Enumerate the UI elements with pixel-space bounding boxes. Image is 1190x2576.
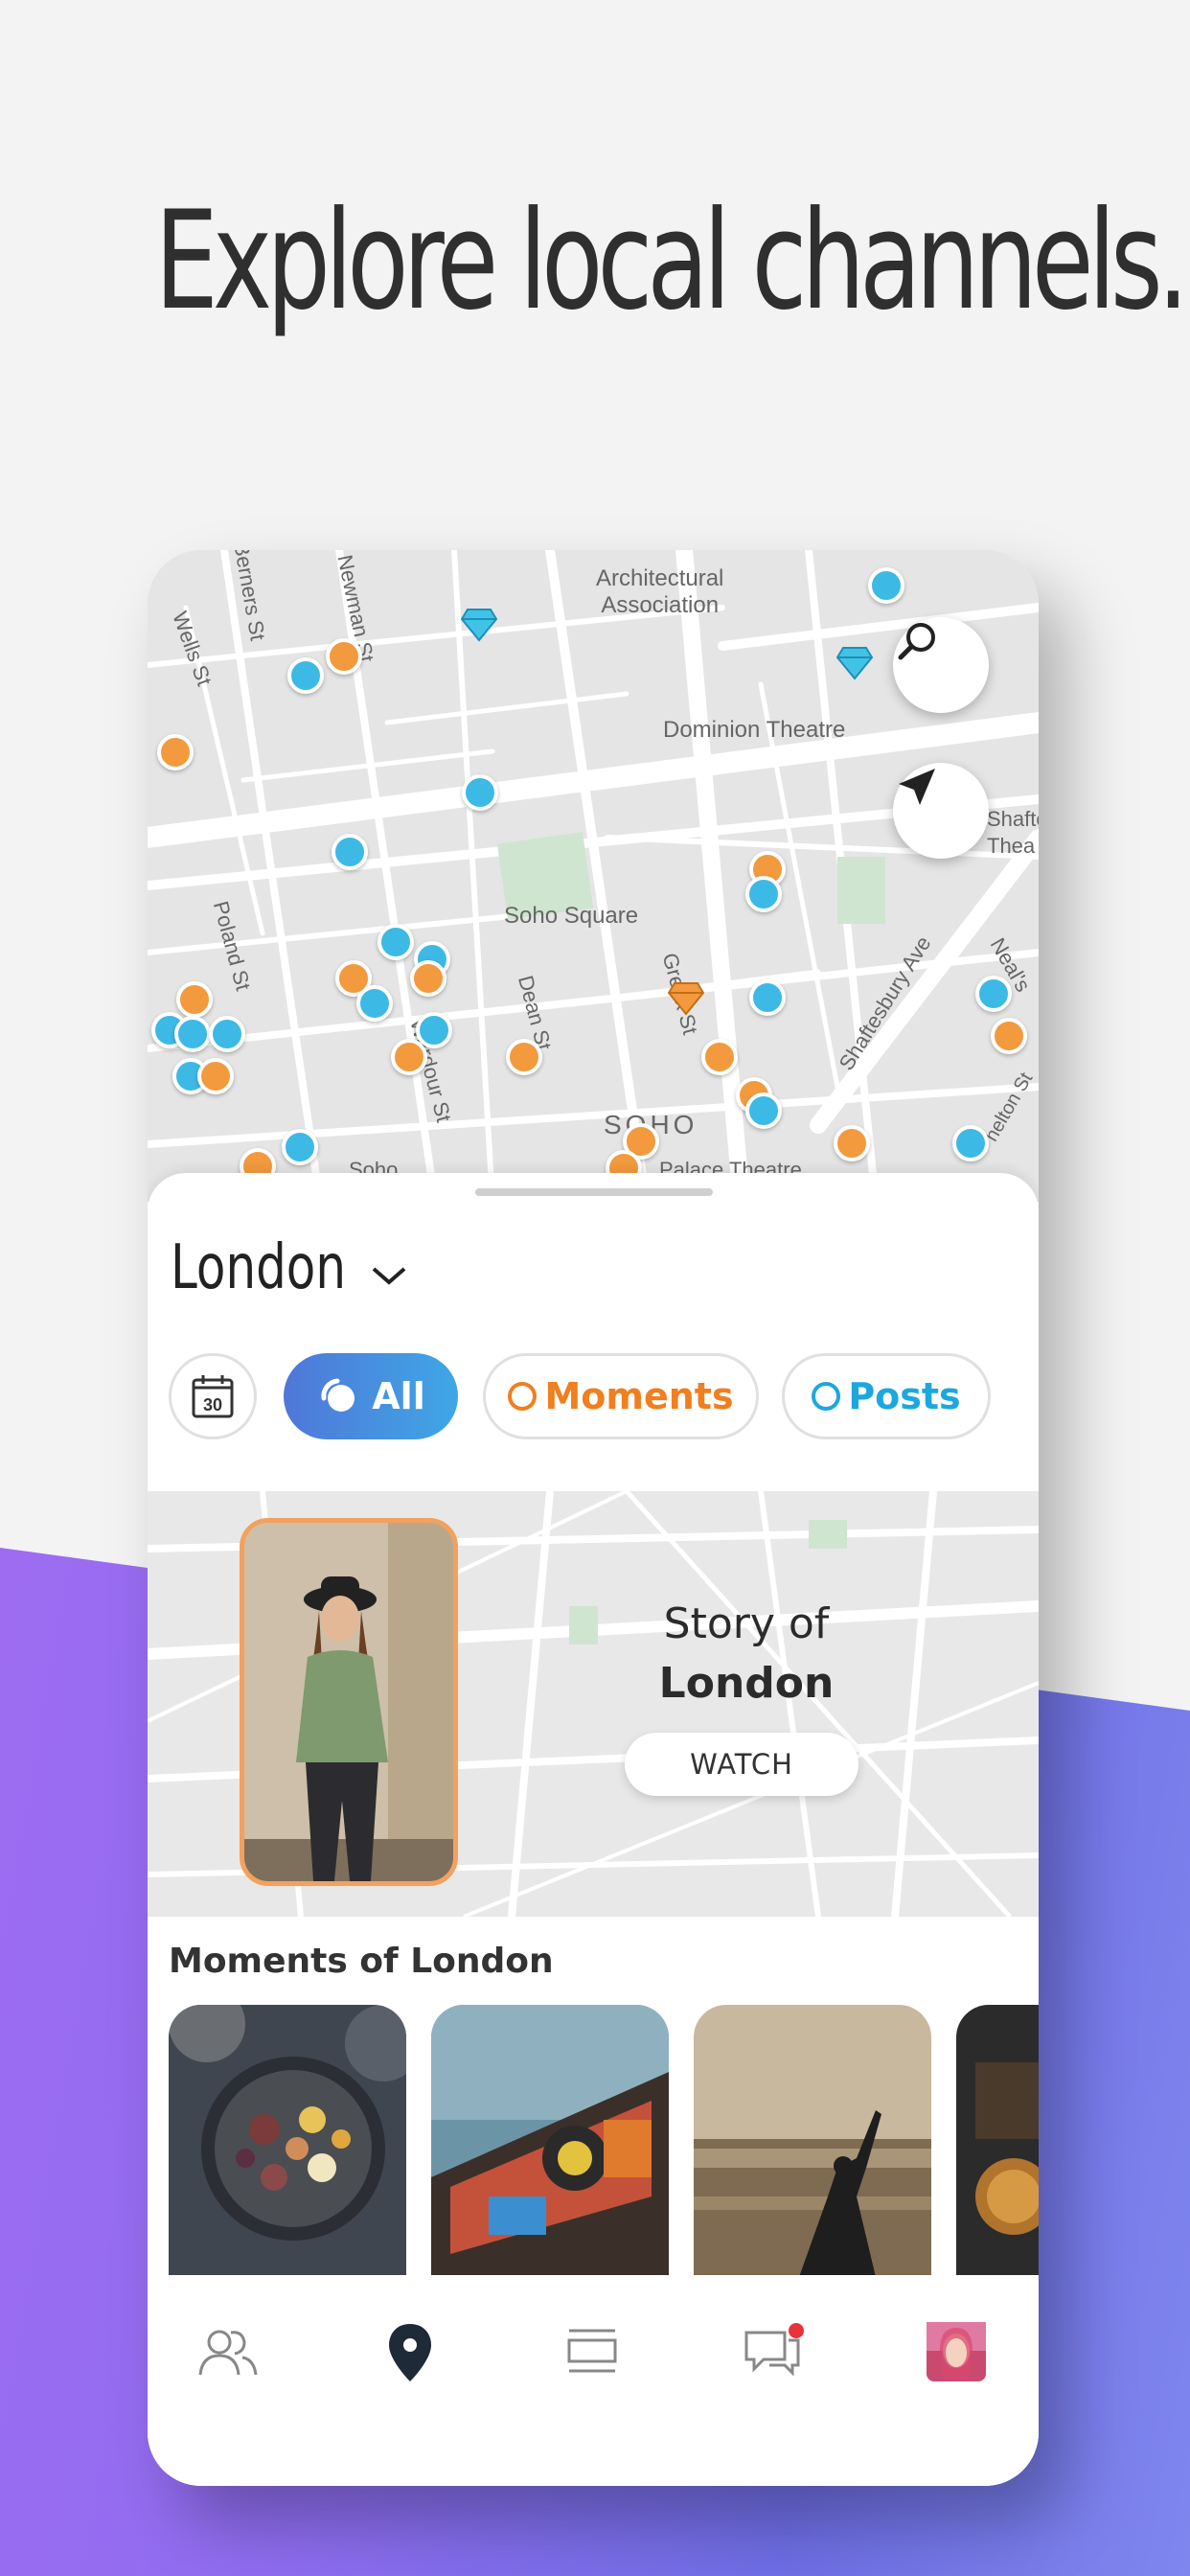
- map-pin-moment[interactable]: [834, 1125, 870, 1162]
- filter-all-chip[interactable]: All: [284, 1353, 458, 1439]
- filter-moments-chip[interactable]: Moments: [483, 1353, 759, 1439]
- map-pin-moment[interactable]: [701, 1039, 738, 1075]
- map-pin-post[interactable]: [745, 1092, 782, 1129]
- map-pin-moment[interactable]: [157, 734, 194, 770]
- map-label-thea: Thea: [987, 834, 1036, 858]
- moment-tile[interactable]: [431, 2005, 669, 2277]
- map-pin-moment[interactable]: [410, 960, 446, 997]
- moment-tile[interactable]: [956, 2005, 1039, 2277]
- map-pin-moment[interactable]: [391, 1039, 427, 1075]
- headline: Explore local channels.: [154, 182, 1189, 340]
- map-label-soho-square: Soho Square: [504, 903, 639, 929]
- feed-icon: [567, 2329, 617, 2373]
- search-icon: [898, 623, 935, 660]
- diamond-marker-icon[interactable]: [835, 646, 874, 680]
- map-pin-moment[interactable]: [326, 638, 362, 675]
- locate-me-button[interactable]: [893, 763, 989, 859]
- map-pin-post[interactable]: [356, 985, 393, 1022]
- moments-section-title: Moments of London: [169, 1942, 554, 1981]
- filter-all-label: All: [372, 1375, 425, 1417]
- map-pin-post[interactable]: [287, 657, 324, 694]
- filter-posts-chip[interactable]: Posts: [782, 1353, 991, 1439]
- chat-icon: [744, 2323, 804, 2377]
- map-pin-moment[interactable]: [176, 981, 213, 1018]
- watch-button[interactable]: WATCH: [625, 1733, 858, 1796]
- diamond-marker-icon[interactable]: [460, 608, 498, 642]
- map-pin-post[interactable]: [745, 876, 782, 912]
- map-search-button[interactable]: [893, 617, 989, 713]
- story-card[interactable]: Story of London WATCH: [148, 1491, 1039, 1917]
- map-pin-icon: [389, 2324, 431, 2381]
- phone-mockup: Architectural Association Dominion Theat…: [148, 550, 1039, 2486]
- filter-moments-label: Moments: [544, 1375, 734, 1417]
- map-label-dominion: Dominion Theatre: [663, 717, 846, 743]
- calendar-filter-button[interactable]: 30: [169, 1353, 257, 1439]
- tab-map[interactable]: [372, 2313, 448, 2390]
- story-title-line2: London: [658, 1659, 835, 1708]
- moment-surfer-image: [694, 2005, 931, 2277]
- moment-food-image: [169, 2005, 406, 2277]
- sheet-handle[interactable]: [475, 1188, 713, 1196]
- moments-ring-icon: [508, 1382, 538, 1411]
- map-pin-post[interactable]: [462, 774, 498, 811]
- map-pin-moment[interactable]: [197, 1058, 234, 1094]
- map-label-architectural: Architectural Association: [596, 565, 724, 618]
- avatar: [927, 2322, 986, 2381]
- bottom-tab-bar: [148, 2275, 1039, 2486]
- map-pin-post[interactable]: [209, 1016, 245, 1052]
- all-icon: [321, 1378, 355, 1412]
- tab-profile[interactable]: [918, 2313, 995, 2390]
- map-pin-post[interactable]: [868, 567, 904, 604]
- chevron-down-icon[interactable]: [368, 1261, 410, 1290]
- moment-tile[interactable]: [694, 2005, 931, 2277]
- story-title: Story of London: [646, 1595, 847, 1714]
- calendar-icon: 30: [192, 1375, 234, 1418]
- moment-cooking-image: [956, 2005, 1039, 2277]
- navigation-arrow-icon: [899, 769, 935, 805]
- bottom-sheet: London 30 All Moments Posts Story of Lon…: [148, 1173, 1039, 2486]
- moment-graffiti-image: [431, 2005, 669, 2277]
- story-thumbnail[interactable]: [240, 1518, 458, 1886]
- map-pin-post[interactable]: [332, 834, 368, 870]
- moment-tile[interactable]: [169, 2005, 406, 2277]
- map-pin-post[interactable]: [975, 976, 1012, 1012]
- map-pin-moment[interactable]: [506, 1039, 542, 1075]
- tab-chat[interactable]: [736, 2313, 812, 2390]
- map-label-shaftes: Shaftes: [987, 807, 1039, 831]
- calendar-day: 30: [203, 1395, 222, 1414]
- map-pin-post[interactable]: [952, 1125, 989, 1162]
- map-pin-moment[interactable]: [991, 1018, 1027, 1054]
- people-icon: [198, 2330, 258, 2376]
- city-selector-title[interactable]: London: [171, 1232, 346, 1303]
- diamond-marker-icon[interactable]: [667, 981, 705, 1016]
- map-pin-post[interactable]: [174, 1016, 211, 1052]
- map-pin-post[interactable]: [282, 1129, 318, 1165]
- story-person-image: [244, 1523, 453, 1881]
- posts-ring-icon: [812, 1382, 841, 1411]
- map-view[interactable]: Architectural Association Dominion Theat…: [148, 550, 1039, 1202]
- tab-people[interactable]: [190, 2313, 266, 2390]
- tab-feed[interactable]: [554, 2313, 630, 2390]
- filter-posts-label: Posts: [848, 1375, 961, 1417]
- story-title-line1: Story of: [663, 1599, 830, 1648]
- map-pin-post[interactable]: [749, 979, 786, 1016]
- map-pin-post[interactable]: [378, 924, 414, 960]
